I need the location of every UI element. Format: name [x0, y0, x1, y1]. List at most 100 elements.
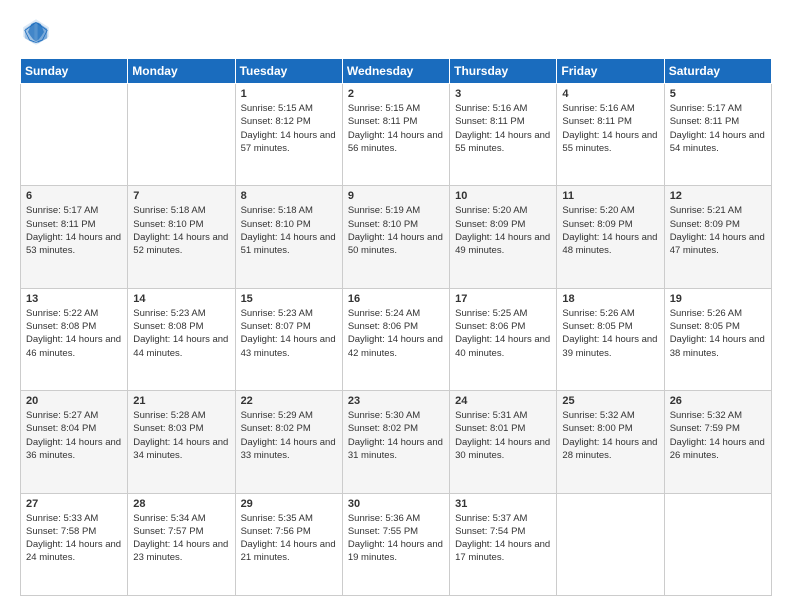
cell-info: Sunrise: 5:18 AMSunset: 8:10 PMDaylight:… — [133, 204, 229, 257]
calendar-cell: 3 Sunrise: 5:16 AMSunset: 8:11 PMDaylight… — [450, 84, 557, 186]
day-number: 4 — [562, 88, 658, 100]
calendar-cell: 27Sunrise: 5:33 AMSunset: 7:58 PMDayligh… — [21, 493, 128, 595]
cell-info: Sunrise: 5:15 AMSunset: 8:11 PMDaylight:… — [348, 102, 444, 155]
cell-info: Sunrise: 5:26 AMSunset: 8:05 PMDaylight:… — [670, 307, 766, 360]
weekday-saturday: Saturday — [664, 59, 771, 84]
day-number: 22 — [241, 395, 337, 407]
day-number: 23 — [348, 395, 444, 407]
day-number: 7 — [133, 190, 229, 202]
day-number: 19 — [670, 293, 766, 305]
cell-info: Sunrise: 5:34 AMSunset: 7:57 PMDaylight:… — [133, 512, 229, 565]
day-number: 31 — [455, 498, 551, 510]
cell-info: Sunrise: 5:30 AMSunset: 8:02 PMDaylight:… — [348, 409, 444, 462]
calendar-cell: 16 Sunrise: 5:24 AMSunset: 8:06 PMDayligh… — [342, 288, 449, 390]
cell-info: Sunrise: 5:24 AMSunset: 8:06 PMDaylight:… — [348, 307, 444, 360]
cell-info: Sunrise: 5:32 AMSunset: 8:00 PMDaylight:… — [562, 409, 658, 462]
calendar-cell: 23 Sunrise: 5:30 AMSunset: 8:02 PMDayligh… — [342, 391, 449, 493]
calendar-cell: 7 Sunrise: 5:18 AMSunset: 8:10 PMDaylight… — [128, 186, 235, 288]
calendar-cell: 19 Sunrise: 5:26 AMSunset: 8:05 PMDayligh… — [664, 288, 771, 390]
cell-info: Sunrise: 5:18 AMSunset: 8:10 PMDaylight:… — [241, 204, 337, 257]
cell-info: Sunrise: 5:20 AMSunset: 8:09 PMDaylight:… — [562, 204, 658, 257]
day-number: 9 — [348, 190, 444, 202]
cell-info: Sunrise: 5:36 AMSunset: 7:55 PMDaylight:… — [348, 512, 444, 565]
calendar-cell — [557, 493, 664, 595]
day-number: 3 — [455, 88, 551, 100]
calendar-cell: 2 Sunrise: 5:15 AMSunset: 8:11 PMDaylight… — [342, 84, 449, 186]
cell-info: Sunrise: 5:25 AMSunset: 8:06 PMDaylight:… — [455, 307, 551, 360]
calendar-cell: 25 Sunrise: 5:32 AMSunset: 8:00 PMDayligh… — [557, 391, 664, 493]
cell-info: Sunrise: 5:16 AMSunset: 8:11 PMDaylight:… — [562, 102, 658, 155]
cell-info: Sunrise: 5:23 AMSunset: 8:08 PMDaylight:… — [133, 307, 229, 360]
cell-info: Sunrise: 5:17 AMSunset: 8:11 PMDaylight:… — [26, 204, 122, 257]
day-number: 11 — [562, 190, 658, 202]
week-row-2: 6 Sunrise: 5:17 AMSunset: 8:11 PMDaylight… — [21, 186, 772, 288]
week-row-5: 27Sunrise: 5:33 AMSunset: 7:58 PMDayligh… — [21, 493, 772, 595]
day-number: 13 — [26, 293, 122, 305]
day-number: 8 — [241, 190, 337, 202]
cell-info: Sunrise: 5:19 AMSunset: 8:10 PMDaylight:… — [348, 204, 444, 257]
day-number: 30 — [348, 498, 444, 510]
page: SundayMondayTuesdayWednesdayThursdayFrid… — [0, 0, 792, 612]
cell-info: Sunrise: 5:21 AMSunset: 8:09 PMDaylight:… — [670, 204, 766, 257]
calendar-cell: 9 Sunrise: 5:19 AMSunset: 8:10 PMDaylight… — [342, 186, 449, 288]
calendar-cell: 14 Sunrise: 5:23 AMSunset: 8:08 PMDayligh… — [128, 288, 235, 390]
weekday-header-row: SundayMondayTuesdayWednesdayThursdayFrid… — [21, 59, 772, 84]
calendar-cell: 12 Sunrise: 5:21 AMSunset: 8:09 PMDayligh… — [664, 186, 771, 288]
week-row-4: 20Sunrise: 5:27 AMSunset: 8:04 PMDayligh… — [21, 391, 772, 493]
header — [20, 16, 772, 48]
day-number: 15 — [241, 293, 337, 305]
day-number: 18 — [562, 293, 658, 305]
calendar-cell: 15Sunrise: 5:23 AMSunset: 8:07 PMDayligh… — [235, 288, 342, 390]
calendar-cell: 17 Sunrise: 5:25 AMSunset: 8:06 PMDayligh… — [450, 288, 557, 390]
day-number: 24 — [455, 395, 551, 407]
calendar-cell: 10Sunrise: 5:20 AMSunset: 8:09 PMDayligh… — [450, 186, 557, 288]
cell-info: Sunrise: 5:22 AMSunset: 8:08 PMDaylight:… — [26, 307, 122, 360]
weekday-tuesday: Tuesday — [235, 59, 342, 84]
cell-info: Sunrise: 5:20 AMSunset: 8:09 PMDaylight:… — [455, 204, 551, 257]
weekday-sunday: Sunday — [21, 59, 128, 84]
day-number: 14 — [133, 293, 229, 305]
calendar-table: SundayMondayTuesdayWednesdayThursdayFrid… — [20, 58, 772, 596]
calendar-cell: 29 Sunrise: 5:35 AMSunset: 7:56 PMDayligh… — [235, 493, 342, 595]
cell-info: Sunrise: 5:35 AMSunset: 7:56 PMDaylight:… — [241, 512, 337, 565]
weekday-thursday: Thursday — [450, 59, 557, 84]
calendar-cell: 11 Sunrise: 5:20 AMSunset: 8:09 PMDayligh… — [557, 186, 664, 288]
calendar-cell: 18 Sunrise: 5:26 AMSunset: 8:05 PMDayligh… — [557, 288, 664, 390]
calendar-cell: 8 Sunrise: 5:18 AMSunset: 8:10 PMDaylight… — [235, 186, 342, 288]
calendar-cell — [664, 493, 771, 595]
calendar-cell: 21Sunrise: 5:28 AMSunset: 8:03 PMDayligh… — [128, 391, 235, 493]
calendar-cell: 5 Sunrise: 5:17 AMSunset: 8:11 PMDaylight… — [664, 84, 771, 186]
cell-info: Sunrise: 5:29 AMSunset: 8:02 PMDaylight:… — [241, 409, 337, 462]
logo-icon — [20, 16, 52, 48]
day-number: 21 — [133, 395, 229, 407]
day-number: 29 — [241, 498, 337, 510]
calendar-cell: 13 Sunrise: 5:22 AMSunset: 8:08 PMDayligh… — [21, 288, 128, 390]
cell-info: Sunrise: 5:16 AMSunset: 8:11 PMDaylight:… — [455, 102, 551, 155]
week-row-3: 13 Sunrise: 5:22 AMSunset: 8:08 PMDayligh… — [21, 288, 772, 390]
cell-info: Sunrise: 5:17 AMSunset: 8:11 PMDaylight:… — [670, 102, 766, 155]
day-number: 27 — [26, 498, 122, 510]
calendar-cell — [21, 84, 128, 186]
day-number: 5 — [670, 88, 766, 100]
cell-info: Sunrise: 5:15 AMSunset: 8:12 PMDaylight:… — [241, 102, 337, 155]
calendar-cell — [128, 84, 235, 186]
day-number: 17 — [455, 293, 551, 305]
weekday-wednesday: Wednesday — [342, 59, 449, 84]
cell-info: Sunrise: 5:26 AMSunset: 8:05 PMDaylight:… — [562, 307, 658, 360]
day-number: 12 — [670, 190, 766, 202]
calendar-cell: 30 Sunrise: 5:36 AMSunset: 7:55 PMDayligh… — [342, 493, 449, 595]
calendar-cell: 28 Sunrise: 5:34 AMSunset: 7:57 PMDayligh… — [128, 493, 235, 595]
day-number: 6 — [26, 190, 122, 202]
day-number: 26 — [670, 395, 766, 407]
cell-info: Sunrise: 5:32 AMSunset: 7:59 PMDaylight:… — [670, 409, 766, 462]
day-number: 2 — [348, 88, 444, 100]
cell-info: Sunrise: 5:31 AMSunset: 8:01 PMDaylight:… — [455, 409, 551, 462]
calendar-cell: 26 Sunrise: 5:32 AMSunset: 7:59 PMDayligh… — [664, 391, 771, 493]
day-number: 16 — [348, 293, 444, 305]
day-number: 20 — [26, 395, 122, 407]
day-number: 28 — [133, 498, 229, 510]
weekday-monday: Monday — [128, 59, 235, 84]
day-number: 25 — [562, 395, 658, 407]
weekday-friday: Friday — [557, 59, 664, 84]
week-row-1: 1Sunrise: 5:15 AMSunset: 8:12 PMDaylight… — [21, 84, 772, 186]
